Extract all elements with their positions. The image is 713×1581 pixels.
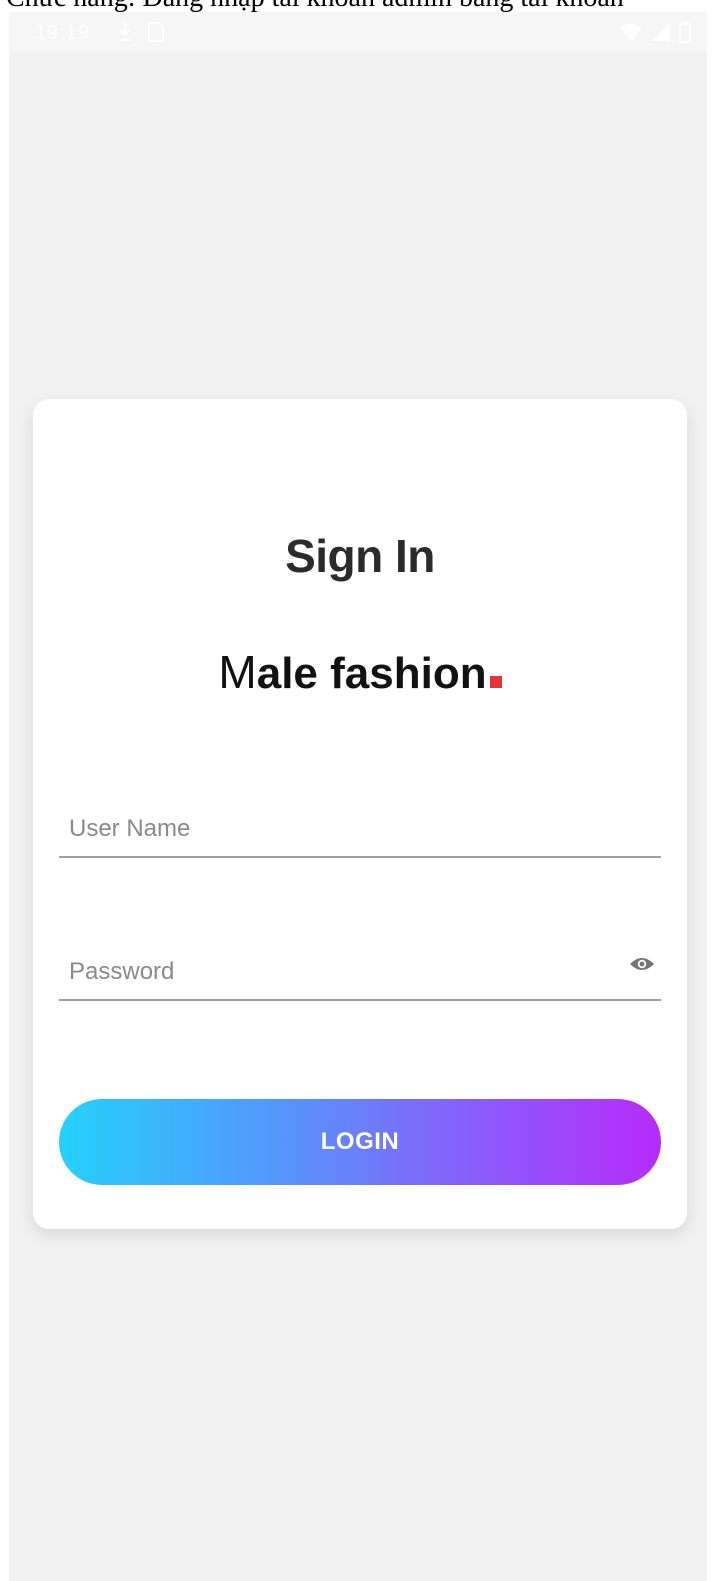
status-bar: 19:19 [9, 12, 707, 52]
eye-icon[interactable] [629, 955, 655, 973]
caption-text: Chức năng: Đăng nhập tài khoản admin bằn… [6, 0, 624, 12]
password-field [59, 939, 661, 1001]
logo-first-letter: M [218, 646, 257, 698]
brand-logo: Male fashion [33, 645, 687, 699]
login-button[interactable]: LOGIN [59, 1099, 661, 1185]
battery-icon [679, 21, 691, 43]
sign-in-card: Sign In Male fashion LOGIN [33, 399, 687, 1229]
download-icon [119, 23, 131, 42]
signal-icon [652, 23, 670, 41]
status-time: 19:19 [35, 22, 91, 44]
status-right-icons [619, 21, 691, 43]
top-caption: Chức năng: Đăng nhập tài khoản admin bằn… [0, 0, 713, 12]
password-input[interactable] [67, 957, 611, 987]
username-field [59, 796, 661, 858]
status-left-icons [117, 21, 165, 43]
logo-dot [489, 676, 502, 688]
wifi-icon [620, 23, 642, 41]
sim-card-icon [148, 22, 164, 42]
phone-screen: 19:19 Sign In Male fashion User Name LOG… [9, 12, 707, 1581]
logo-text: ale fashion [256, 649, 487, 698]
page-title: Sign In [285, 530, 435, 582]
username-input[interactable] [67, 814, 611, 844]
